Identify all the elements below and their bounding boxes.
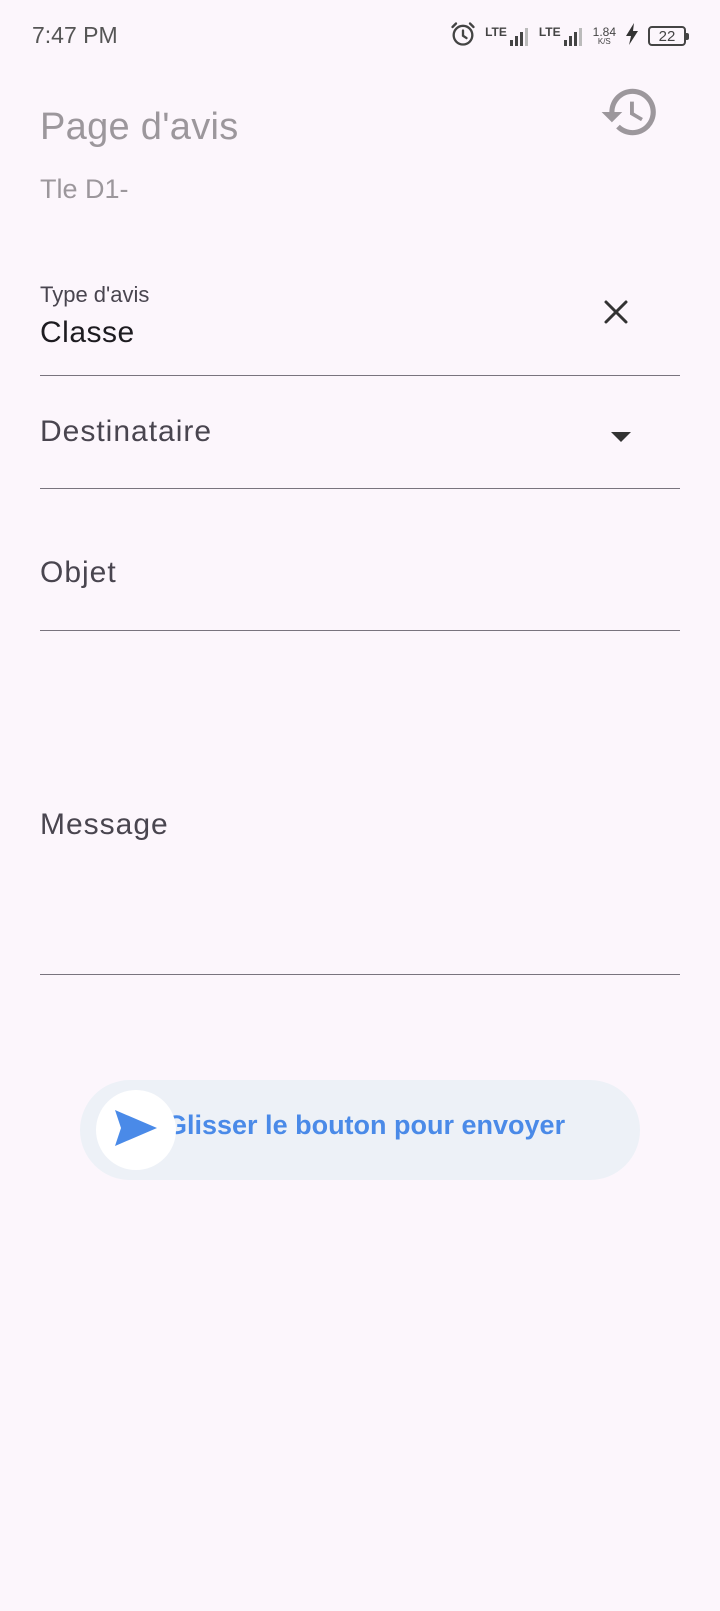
dropdown-toggle[interactable] <box>596 414 646 464</box>
battery-icon: 22 <box>648 26 689 46</box>
battery-level: 22 <box>658 27 676 45</box>
message-placeholder: Message <box>40 808 169 841</box>
objet-input[interactable]: Objet <box>40 490 680 631</box>
dropdown-arrow-icon <box>609 430 633 449</box>
message-textarea[interactable]: Message <box>40 632 680 975</box>
alarm-icon <box>449 20 477 53</box>
charging-icon <box>624 22 640 51</box>
destinataire-dropdown[interactable]: Destinataire <box>40 396 680 489</box>
lte-signal-icon: LTE <box>539 25 585 47</box>
history-icon <box>599 81 661 148</box>
network-label: LTE <box>485 25 507 39</box>
page-subtitle: Tle D1- <box>40 174 129 204</box>
status-time: 7:47 PM <box>32 22 118 48</box>
network-speed: 1.84 K/S <box>593 26 616 46</box>
close-icon <box>601 297 631 332</box>
destinataire-placeholder: Destinataire <box>40 415 213 448</box>
objet-placeholder: Objet <box>40 556 117 589</box>
type-avis-label: Type d'avis <box>40 282 150 307</box>
send-slider-knob[interactable] <box>96 1090 176 1170</box>
page-title: Page d'avis <box>40 106 239 148</box>
clear-button[interactable] <box>588 286 644 342</box>
history-button[interactable] <box>594 78 666 150</box>
status-bar: 7:47 PM LTE LTE 1.84 K/S 22 <box>0 0 720 72</box>
type-avis-value: Classe <box>40 316 135 349</box>
status-icons: LTE LTE 1.84 K/S 22 <box>449 20 689 53</box>
type-avis-field[interactable]: Type d'avis Classe <box>40 262 680 376</box>
speed-unit: K/S <box>597 37 611 46</box>
send-slider-label: Glisser le bouton pour envoyer <box>166 1110 566 1140</box>
send-icon <box>113 1108 159 1153</box>
lte-signal-icon: LTE <box>485 25 531 47</box>
network-label: LTE <box>538 25 561 39</box>
